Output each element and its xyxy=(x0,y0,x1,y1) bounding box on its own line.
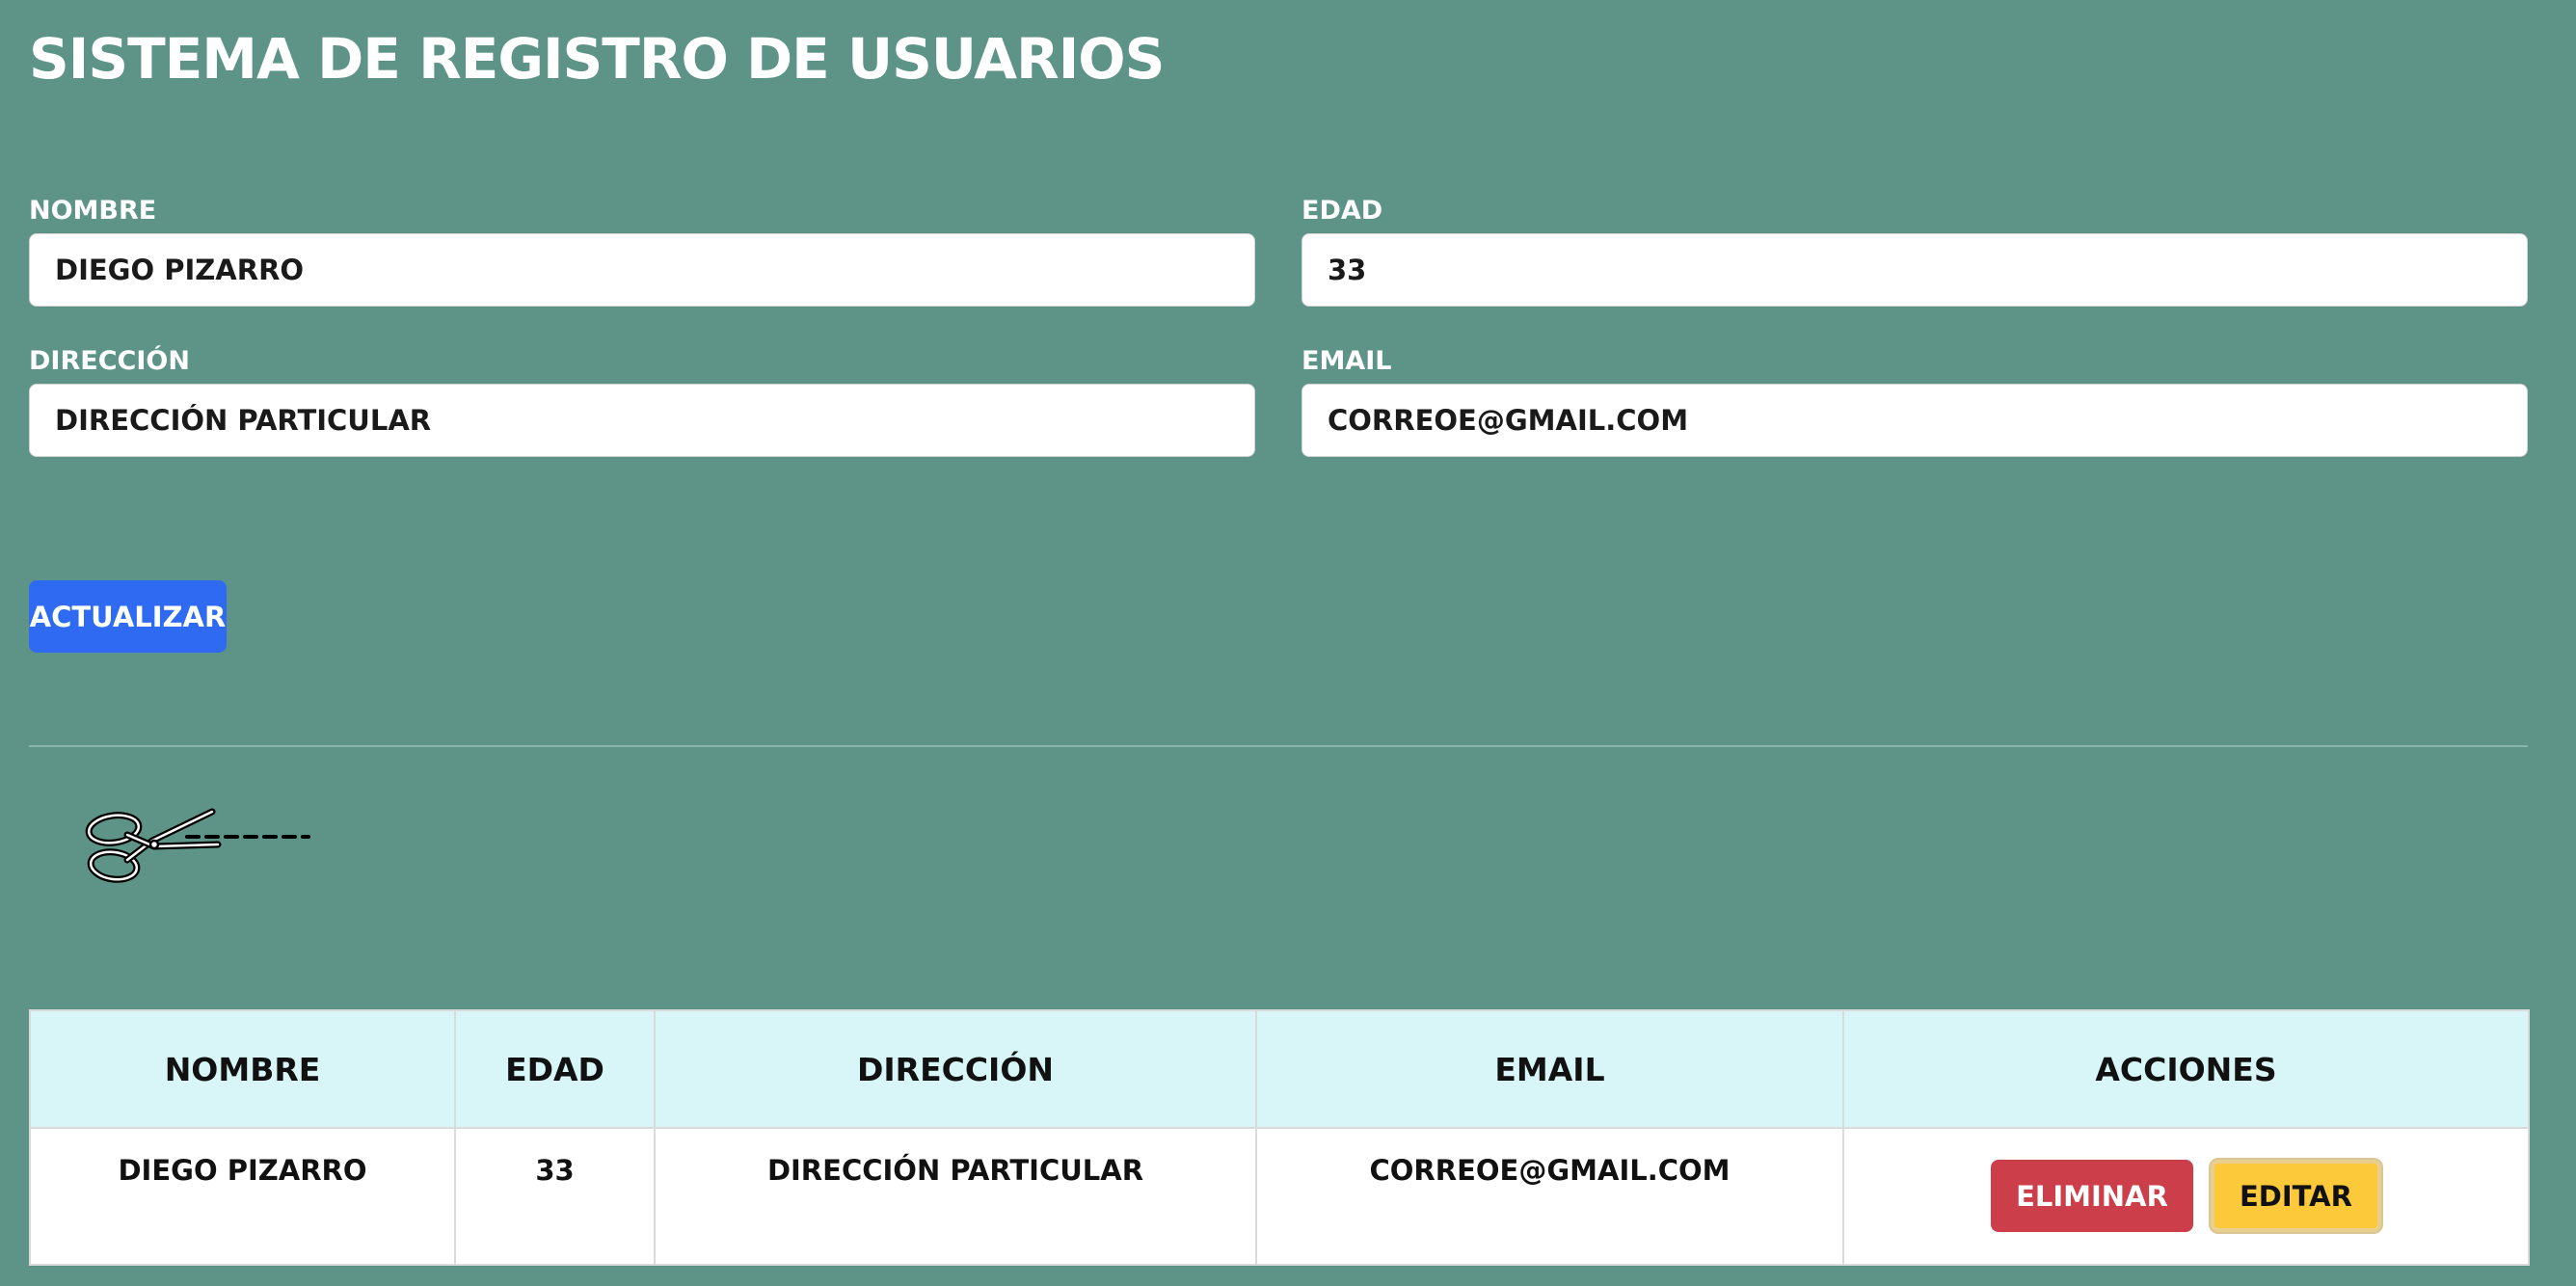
column-header-direccion: DIRECCIÓN xyxy=(654,1009,1257,1129)
edad-label: EDAD xyxy=(1301,196,1383,226)
section-divider xyxy=(29,745,2528,747)
cell-email: CORREOE@GMAIL.COM xyxy=(1255,1127,1844,1266)
page-title: SISTEMA DE REGISTRO DE USUARIOS xyxy=(29,26,1165,92)
table-row: DIEGO PIZARRO 33 DIRECCIÓN PARTICULAR CO… xyxy=(29,1127,2530,1266)
email-label: EMAIL xyxy=(1301,346,1392,376)
cell-nombre: DIEGO PIZARRO xyxy=(29,1127,456,1266)
nombre-label: NOMBRE xyxy=(29,196,157,226)
direccion-label: DIRECCIÓN xyxy=(29,346,190,376)
scissors-icon xyxy=(85,808,310,883)
actualizar-button[interactable]: ACTUALIZAR xyxy=(29,580,227,653)
cell-acciones: ELIMINAR EDITAR xyxy=(1842,1127,2530,1266)
editar-button[interactable]: EDITAR xyxy=(2210,1160,2381,1232)
direccion-input[interactable] xyxy=(29,384,1255,457)
users-table: NOMBRE EDAD DIRECCIÓN EMAIL ACCIONES DIE… xyxy=(29,1009,2530,1266)
column-header-email: EMAIL xyxy=(1255,1009,1844,1129)
table-header-row: NOMBRE EDAD DIRECCIÓN EMAIL ACCIONES xyxy=(29,1009,2530,1129)
edad-input[interactable] xyxy=(1301,233,2528,307)
eliminar-button[interactable]: ELIMINAR xyxy=(1991,1160,2193,1232)
direccion-field-group: DIRECCIÓN xyxy=(29,345,1255,457)
email-input[interactable] xyxy=(1301,384,2528,457)
cell-edad: 33 xyxy=(454,1127,656,1266)
edad-field-group: EDAD xyxy=(1301,195,2528,307)
nombre-field-group: NOMBRE xyxy=(29,195,1255,307)
column-header-edad: EDAD xyxy=(454,1009,656,1129)
nombre-input[interactable] xyxy=(29,233,1255,307)
email-field-group: EMAIL xyxy=(1301,345,2528,457)
cell-direccion: DIRECCIÓN PARTICULAR xyxy=(654,1127,1257,1266)
column-header-nombre: NOMBRE xyxy=(29,1009,456,1129)
users-table-container: NOMBRE EDAD DIRECCIÓN EMAIL ACCIONES DIE… xyxy=(29,1009,2530,1266)
column-header-acciones: ACCIONES xyxy=(1842,1009,2530,1129)
